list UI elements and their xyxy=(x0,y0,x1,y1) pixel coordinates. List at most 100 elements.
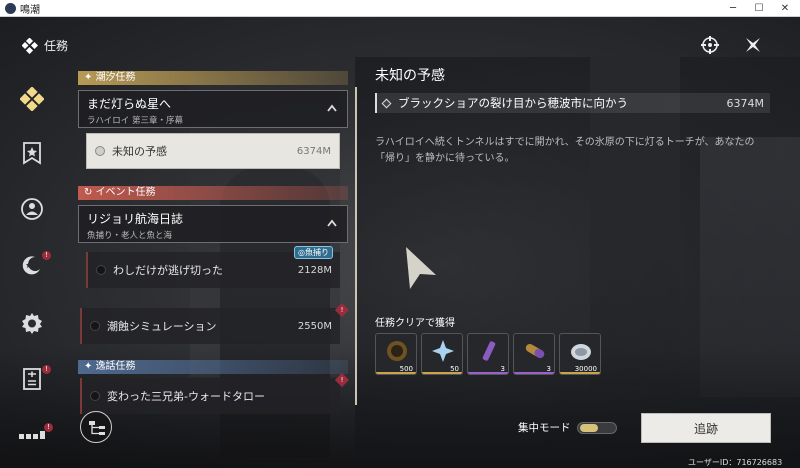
profile-icon xyxy=(21,198,43,220)
nav-events[interactable]: ! xyxy=(14,249,51,281)
objective-text: ブラックショアの裂け目から穂波市に向かう xyxy=(398,96,628,110)
quest-description: ラハイロイへ続くトンネルはすでに開かれ、その氷原の下に灯るトーチが、あなたの「帰… xyxy=(375,137,755,164)
quest-detail: 未知の予感 ブラックショアの裂け目から穂波市に向かう 6374M ラハイロイへ続… xyxy=(375,65,775,164)
quest-name: わしだけが逃げ切った xyxy=(113,264,223,277)
rarity-bar xyxy=(422,372,462,374)
reward-item[interactable]: 30000 xyxy=(559,333,601,375)
quest-name: 潮蝕シミュレーション xyxy=(107,320,217,333)
group-subtitle: ラハイロイ 第三章・序幕 xyxy=(87,116,183,126)
app-icon xyxy=(5,2,16,14)
journal-icon xyxy=(23,368,41,390)
window-title: 鳴潮 xyxy=(20,4,40,16)
gear-icon xyxy=(22,313,42,334)
quest-diamond-icon xyxy=(20,87,44,111)
rarity-bar xyxy=(514,372,554,374)
user-id: ユーザーID：716726683 xyxy=(688,458,783,467)
bookmark-star-icon xyxy=(23,142,41,165)
quest-objective[interactable]: ブラックショアの裂け目から穂波市に向かう 6374M xyxy=(375,93,770,113)
nav-quests[interactable] xyxy=(14,83,50,115)
chevron-up-icon xyxy=(327,219,337,227)
toggle-knob xyxy=(579,423,598,432)
quest-status-circle xyxy=(90,321,100,331)
rarity-bar xyxy=(376,372,416,374)
quest-status-circle xyxy=(90,391,100,401)
fishing-tag-label: 魚捕り xyxy=(304,248,329,257)
quest-item-selected[interactable]: 未知の予感 6374M xyxy=(86,133,340,169)
quest-distance: 2550M xyxy=(297,320,332,332)
section-label: イベント任務 xyxy=(95,187,156,198)
quest-group-header[interactable]: まだ灯らぬ星へ ラハイロイ 第三章・序幕 xyxy=(78,90,348,128)
quest-diamond-icon xyxy=(22,37,38,54)
shell-icon xyxy=(571,344,591,360)
group-title: まだ灯らぬ星へ xyxy=(87,97,172,111)
rewards-label: 任務クリアで獲得 xyxy=(375,318,455,329)
nav-more-badge: ! xyxy=(44,423,53,432)
reward-item[interactable]: 50 xyxy=(421,333,463,375)
event-icon: ↻ xyxy=(84,187,96,198)
focus-mode-label: 集中モード xyxy=(518,422,571,434)
quest-distance: 2128M xyxy=(297,264,332,276)
quest-distance: 6374M xyxy=(296,145,331,157)
quest-name: 変わった三兄弟-ウォードタロー xyxy=(107,390,265,403)
more-bars-icon xyxy=(19,431,45,439)
moon-star-icon xyxy=(22,256,40,275)
section-event-quests: ↻ イベント任務 xyxy=(78,186,348,200)
group-title: リジョリ航海日誌 xyxy=(87,212,184,226)
section-anecdote-quests: ✦ 逸話任務 xyxy=(78,360,348,374)
quest-status-circle xyxy=(96,265,106,275)
nav-journal[interactable]: ! xyxy=(14,363,51,395)
nav-more[interactable]: ! xyxy=(14,419,53,451)
focus-mode-toggle[interactable] xyxy=(576,421,617,434)
gear-coin-icon xyxy=(387,341,407,361)
chevron-up-icon xyxy=(327,104,337,112)
nav-journal-badge: ! xyxy=(42,365,51,374)
tree-icon xyxy=(89,421,105,435)
track-button[interactable]: 追跡 xyxy=(641,413,771,443)
section-label: 潮汐任務 xyxy=(95,72,136,83)
star-crystal-icon xyxy=(432,340,454,362)
quest-new-badge: ! xyxy=(334,302,350,318)
map-target-icon[interactable] xyxy=(700,35,720,55)
rarity-bar xyxy=(468,372,508,374)
quest-item[interactable]: 変わった三兄弟-ウォードタロー xyxy=(80,378,340,414)
detail-title: 未知の予感 xyxy=(375,68,445,84)
plus-icon: ✦ xyxy=(84,72,96,83)
page-title: 任務 xyxy=(44,39,69,53)
minimize-button[interactable]: ─ xyxy=(720,0,746,17)
game-view: 任務 ! ! ! ✦ 潮汐任務 まだ灯らぬ星へ ラハイロイ 第三章・序幕 未知の… xyxy=(0,17,800,468)
rewards-list: 500 50 3 3 30000 xyxy=(375,333,601,375)
objective-distance: 6374M xyxy=(726,96,765,110)
close-icon[interactable] xyxy=(743,35,763,55)
nav-profile[interactable] xyxy=(14,193,50,225)
page-header: 任務 xyxy=(22,37,68,54)
window-titlebar: 鳴潮 ─ ☐ ✕ xyxy=(0,0,800,17)
track-button-label: 追跡 xyxy=(693,421,718,436)
fishing-tag: ◎魚捕り xyxy=(294,246,333,259)
quest-group-header[interactable]: リジョリ航海日誌 魚捕り・老人と魚と海 xyxy=(78,205,348,243)
reward-item[interactable]: 500 xyxy=(375,333,417,375)
section-tidal-quests: ✦ 潮汐任務 xyxy=(78,71,348,85)
quest-list-scrollbar[interactable] xyxy=(355,87,357,405)
focus-mode: 集中モード xyxy=(518,420,617,435)
nav-settings[interactable] xyxy=(14,307,50,339)
purple-capsule-icon xyxy=(525,344,545,358)
reward-item[interactable]: 3 xyxy=(513,333,555,375)
fish-icon: ◎ xyxy=(298,248,305,257)
purple-vial-icon xyxy=(482,341,496,361)
objective-marker-icon xyxy=(381,98,392,108)
quest-status-circle xyxy=(95,146,105,156)
reward-item[interactable]: 3 xyxy=(467,333,509,375)
navigation-arrow-icon xyxy=(406,247,436,289)
quest-item[interactable]: 潮蝕シミュレーション 2550M xyxy=(80,308,340,344)
rarity-bar xyxy=(560,372,600,374)
nav-events-badge: ! xyxy=(42,251,51,260)
section-label: 逸話任務 xyxy=(95,361,136,372)
quest-tree-button[interactable] xyxy=(80,411,112,443)
plus-icon: ✦ xyxy=(84,361,96,372)
maximize-button[interactable]: ☐ xyxy=(746,0,772,17)
nav-bookmark[interactable] xyxy=(14,137,50,169)
close-window-button[interactable]: ✕ xyxy=(772,0,798,17)
quest-name: 未知の予感 xyxy=(112,145,167,158)
quest-new-badge: ! xyxy=(334,372,350,388)
group-subtitle: 魚捕り・老人と魚と海 xyxy=(87,231,173,241)
